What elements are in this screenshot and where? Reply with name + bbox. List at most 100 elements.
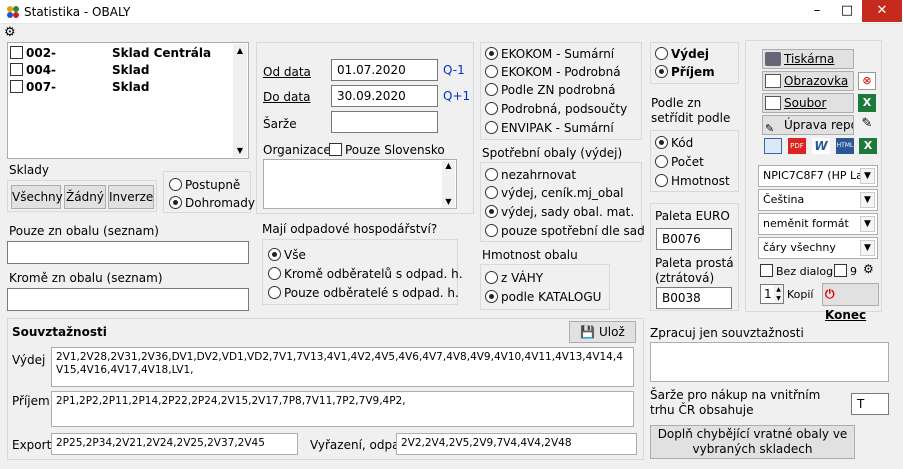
invert-button[interactable]: Inverze	[108, 185, 154, 209]
lines-select[interactable]: čáry všechny ▼	[758, 237, 878, 259]
report-type-group: EKOKOM - Sumární EKOKOM - Podrobná Podle…	[480, 42, 642, 140]
maximize-button[interactable]: □	[832, 0, 862, 22]
radio-sort-code[interactable]: Kód	[655, 136, 693, 150]
edit-tool-icon[interactable]: ✎	[858, 116, 876, 134]
order-group: Postupně Dohromady	[163, 171, 255, 213]
store-checkbox[interactable]	[10, 46, 23, 59]
minimize-button[interactable]: –	[802, 0, 832, 22]
fill-missing-button[interactable]: Doplň chybějící vratné obaly ve vybranýc…	[650, 425, 855, 459]
store-list-scrollbar[interactable]: ▲ ▼	[233, 44, 247, 157]
issue-label: Výdej	[12, 353, 46, 367]
radio-weight-scale[interactable]: z VÁHY	[485, 271, 543, 285]
dialog-settings-icon[interactable]: ⚙	[863, 262, 879, 278]
language-select[interactable]: Čeština ▼	[758, 189, 878, 211]
no-dialog-checkbox[interactable]: Bez dialogu	[760, 264, 840, 278]
radio-consumer-0[interactable]: nezahrnovat	[485, 168, 576, 182]
store-item[interactable]: 007- Sklad	[10, 80, 149, 94]
process-only-input[interactable]	[650, 342, 889, 382]
store-checkbox[interactable]	[10, 80, 23, 93]
floppy-icon: 💾	[580, 325, 596, 339]
radio-waste-all[interactable]: Vše	[268, 248, 306, 262]
copies-spinner[interactable]: ▲ ▼	[774, 285, 783, 303]
slovak-only-checkbox[interactable]: Pouze Slovensko	[329, 143, 445, 157]
export-label: Export	[12, 438, 52, 452]
radio-waste-except[interactable]: Kromě odběratelů s odpad. h.	[268, 267, 463, 281]
prev-quarter-link[interactable]: Q-1	[443, 63, 465, 77]
radio-issue[interactable]: Výdej	[655, 47, 709, 61]
screen-icon	[765, 74, 781, 88]
printer-select[interactable]: NPIC7C8F7 (HP Lase ▼	[758, 165, 878, 187]
weight-group: z VÁHY podle KATALOGU	[480, 264, 610, 310]
save-button[interactable]: 💾 Ulož	[569, 321, 636, 343]
receipt-textarea[interactable]: 2P1,2P2,2P11,2P14,2P22,2P24,2V15,2V17,7P…	[51, 391, 634, 427]
waste-group: Vše Kromě odběratelů s odpad. h. Pouze o…	[262, 239, 463, 305]
relations-title: Souvztažnosti	[12, 325, 107, 339]
batch-input[interactable]	[331, 111, 438, 133]
except-codes-input[interactable]	[7, 288, 249, 311]
sort-group: Kód Počet Hmotnost	[650, 130, 739, 192]
radio-receipt[interactable]: Příjem	[655, 65, 715, 79]
simple-pallet-input[interactable]: B0038	[656, 287, 732, 309]
radio-consumer-3[interactable]: pouze spotřební dle sad	[485, 224, 645, 238]
radio-sort-count[interactable]: Počet	[655, 155, 704, 169]
title-bar: Statistika - OBALY – □ ✕	[0, 0, 903, 24]
from-date-label: Od data	[263, 65, 311, 79]
discard-input[interactable]: 2V2,2V4,2V5,2V9,7V4,4V4,2V48	[396, 433, 637, 455]
dialog-count-checkbox[interactable]: 9	[834, 264, 857, 278]
radio-waste-only[interactable]: Pouze odběratelé s odpad. h.	[268, 286, 459, 300]
weight-label: Hmotnost obalu	[482, 248, 578, 262]
radio-report-2[interactable]: Podle ZN podrobná	[485, 83, 615, 97]
organization-scrollbar[interactable]: ▲ ▼	[442, 161, 455, 207]
to-date-input[interactable]: 30.09.2020	[331, 85, 438, 107]
from-date-input[interactable]: 01.07.2020	[331, 59, 438, 81]
store-list[interactable]: 002- Sklad Centrála 004- Sklad 007- Sklad ▲…	[7, 42, 249, 159]
screen-button[interactable]: Obrazovka	[762, 71, 854, 91]
radio-consumer-2[interactable]: výdej, sady obal. mat.	[485, 205, 634, 219]
radio-together[interactable]: Dohromady	[169, 196, 255, 210]
printer-button[interactable]: Tiskárna	[762, 49, 854, 69]
end-button[interactable]: ⏻ Konec	[822, 283, 879, 322]
batch-question-label: Šarže pro nákup na vnitřním trhu ČR obsa…	[650, 388, 821, 417]
screen-settings-icon[interactable]: ⊗	[858, 72, 876, 90]
next-quarter-link[interactable]: Q+1	[443, 89, 470, 103]
file-button[interactable]: Soubor	[762, 93, 854, 113]
pdf-export-icon[interactable]: PDF	[788, 138, 806, 154]
radio-report-0[interactable]: EKOKOM - Sumární	[485, 47, 614, 61]
settings-gear-icon[interactable]: ⚙	[4, 25, 16, 40]
batch-domestic-input[interactable]: T	[851, 393, 889, 415]
close-button[interactable]: ✕	[862, 0, 902, 22]
to-date-label: Do data	[263, 90, 311, 104]
radio-progressive[interactable]: Postupně	[169, 178, 240, 192]
euro-pallet-input[interactable]: B0076	[656, 228, 732, 250]
store-checkbox[interactable]	[10, 63, 23, 76]
word-export-icon[interactable]: W	[812, 138, 830, 154]
except-codes-label: Kromě zn obalu (seznam)	[9, 271, 163, 285]
store-buttons-group: Všechny Žádný Inverze	[7, 180, 157, 212]
export-input[interactable]: 2P25,2P34,2V21,2V24,2V25,2V37,2V45	[51, 433, 298, 455]
radio-report-4[interactable]: ENVIPAK - Sumární	[485, 121, 614, 135]
store-item[interactable]: 004- Sklad	[10, 63, 149, 77]
radio-sort-weight[interactable]: Hmotnost	[655, 174, 730, 188]
edit-report-button[interactable]: ✎Úprava repor	[762, 115, 854, 135]
radio-consumer-1[interactable]: výdej, ceník.mj_obal	[485, 186, 624, 200]
consumer-group: nezahrnovat výdej, ceník.mj_obal výdej, …	[480, 162, 645, 242]
organization-list[interactable]: ▲ ▼	[263, 159, 457, 209]
excel-export-icon[interactable]: X	[859, 138, 877, 154]
table-export-icon[interactable]	[764, 138, 782, 154]
output-panel: Tiskárna Obrazovka ⊗ Soubor X ✎ Úprava re…	[745, 40, 882, 322]
select-none-button[interactable]: Žádný	[64, 185, 106, 209]
only-codes-input[interactable]	[7, 241, 249, 264]
power-icon: ⏻	[825, 287, 835, 301]
html-export-icon[interactable]: HTML	[836, 138, 854, 154]
radio-report-1[interactable]: EKOKOM - Podrobná	[485, 65, 621, 79]
issue-textarea[interactable]: 2V1,2V28,2V31,2V36,DV1,DV2,VD1,VD2,7V1,7…	[51, 347, 634, 387]
pallets-group: Paleta EURO B0076 Paleta prostá (ztrátov…	[650, 203, 739, 311]
excel-icon[interactable]: X	[858, 94, 876, 112]
format-select[interactable]: neměnit formát ▼	[758, 213, 878, 235]
store-item[interactable]: 002- Sklad Centrála	[10, 46, 211, 60]
select-all-button[interactable]: Všechny	[11, 185, 63, 209]
consumer-label: Spotřební obaly (výdej)	[482, 146, 623, 160]
dates-group: Od data 01.07.2020 Q-1 Do data 30.09.202…	[256, 42, 474, 214]
radio-report-3[interactable]: Podrobná, podsoučty	[485, 102, 627, 116]
radio-weight-catalog[interactable]: podle KATALOGU	[485, 290, 601, 304]
